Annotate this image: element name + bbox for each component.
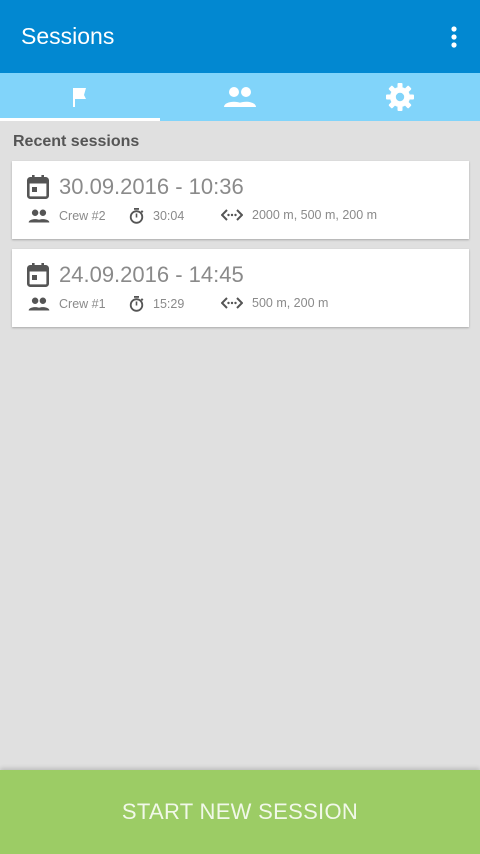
start-new-session-label: START NEW SESSION bbox=[121, 799, 359, 824]
people-icon bbox=[28, 296, 50, 312]
section-title: Recent sessions bbox=[13, 133, 140, 150]
session-duration: 15:29 bbox=[129, 296, 184, 312]
session-duration-label: 15:29 bbox=[153, 297, 185, 311]
session-distances: 2000 m, 500 m, 200 m bbox=[221, 208, 377, 222]
session-duration: 30:04 bbox=[129, 208, 184, 224]
tab-crews[interactable] bbox=[160, 73, 320, 121]
session-crew: Crew #2 bbox=[28, 208, 106, 224]
people-icon bbox=[28, 208, 50, 224]
stopwatch-icon bbox=[129, 208, 144, 224]
session-distances: 500 m, 200 m bbox=[221, 296, 328, 310]
session-crew-label: Crew #2 bbox=[59, 209, 106, 223]
session-date-row: 24.09.2016 - 14:45 bbox=[27, 262, 244, 288]
session-crew-label: Crew #1 bbox=[59, 297, 106, 311]
tab-sessions[interactable] bbox=[0, 73, 160, 121]
distance-arrows-icon bbox=[221, 208, 243, 222]
app-bar: Sessions bbox=[0, 0, 480, 73]
session-crew: Crew #1 bbox=[28, 296, 106, 312]
session-date: 24.09.2016 - 14:45 bbox=[59, 262, 244, 287]
calendar-icon bbox=[27, 175, 49, 199]
people-icon bbox=[224, 87, 256, 107]
session-date: 30.09.2016 - 10:36 bbox=[59, 174, 244, 199]
gear-icon bbox=[386, 83, 414, 111]
app-root: Sessions Recent sessions 30.09.2016 - 10… bbox=[0, 0, 480, 854]
stopwatch-icon bbox=[129, 296, 144, 312]
session-duration-label: 30:04 bbox=[153, 209, 185, 223]
session-card[interactable]: 30.09.2016 - 10:36 Crew #2 30:04 2000 m,… bbox=[12, 161, 469, 239]
session-date-row: 30.09.2016 - 10:36 bbox=[27, 174, 244, 200]
more-vert-icon bbox=[451, 25, 457, 48]
distance-arrows-icon bbox=[221, 296, 243, 310]
session-distances-label: 500 m, 200 m bbox=[252, 296, 329, 310]
session-distances-label: 2000 m, 500 m, 200 m bbox=[252, 208, 378, 222]
tab-settings[interactable] bbox=[320, 73, 480, 121]
session-meta: Crew #2 30:04 2000 m, 500 m, 200 m bbox=[28, 208, 458, 226]
start-new-session-button[interactable]: START NEW SESSION bbox=[0, 770, 480, 854]
flag-icon bbox=[73, 88, 86, 107]
calendar-icon bbox=[27, 263, 49, 287]
session-meta: Crew #1 15:29 500 m, 200 m bbox=[28, 296, 458, 314]
overflow-menu-button[interactable] bbox=[442, 17, 466, 57]
tab-bar bbox=[0, 73, 480, 121]
session-card[interactable]: 24.09.2016 - 14:45 Crew #1 15:29 500 m, … bbox=[12, 249, 469, 327]
page-title: Sessions bbox=[21, 23, 115, 49]
